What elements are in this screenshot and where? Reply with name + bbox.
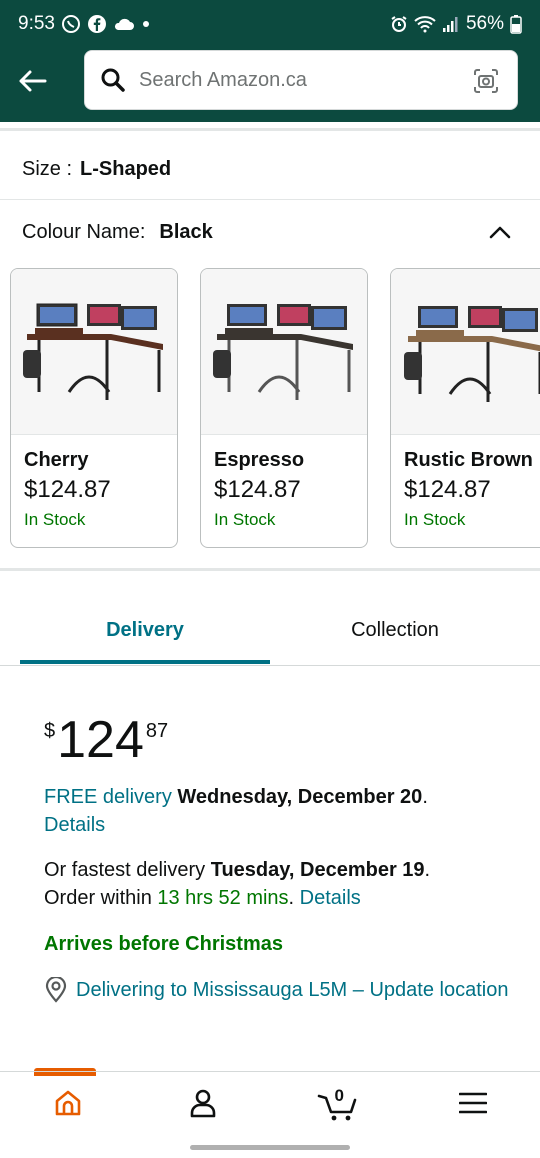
delivery-location[interactable]: Delivering to Mississauga L5M – Update l… <box>44 976 514 1005</box>
swatch-stock-status: In Stock <box>214 510 276 529</box>
signal-icon <box>442 15 460 33</box>
swatch-name: Rustic Brown <box>404 449 533 471</box>
size-selector[interactable]: Size : L-Shaped <box>0 140 540 200</box>
tab-delivery[interactable]: Delivery <box>20 596 270 664</box>
battery-percent: 56% <box>465 13 504 34</box>
status-time: 9:53 <box>18 13 55 34</box>
divider <box>0 128 540 131</box>
delivery-details-link[interactable]: Details <box>44 814 105 836</box>
size-value: L-Shaped <box>80 158 172 180</box>
tab-collection[interactable]: Collection <box>270 596 520 664</box>
cart-count: 0 <box>334 1086 344 1105</box>
system-home-indicator[interactable] <box>190 1145 350 1150</box>
cart-icon: 0 <box>317 1086 359 1122</box>
cloud-icon <box>113 16 135 32</box>
facebook-icon <box>87 14 107 34</box>
price-symbol: $ <box>44 720 56 742</box>
fastest-delivery-date: Tuesday, December 19 <box>210 859 425 881</box>
wifi-icon <box>414 15 436 33</box>
free-delivery-message: FREE delivery Wednesday, December 20. De… <box>44 786 428 836</box>
swatch-card-rustic-brown[interactable]: Rustic Brown $124.87 In Stock <box>390 268 540 548</box>
battery-icon <box>510 14 522 34</box>
price-fraction: 87 <box>145 720 169 742</box>
search-input[interactable] <box>139 68 459 92</box>
swatch-stock-status: In Stock <box>404 510 466 529</box>
swatch-card-espresso[interactable]: Espresso $124.87 In Stock <box>200 268 368 548</box>
size-label: Size : <box>22 158 73 180</box>
product-image <box>201 269 367 435</box>
fastest-delivery-message: Or fastest delivery Tuesday, December 19… <box>44 859 431 909</box>
price-whole: 124 <box>57 711 144 769</box>
status-bar: 9:53 56% <box>0 0 540 48</box>
account-icon <box>189 1088 217 1123</box>
back-arrow-icon <box>17 69 47 98</box>
colour-value: Black <box>159 220 213 243</box>
nav-account[interactable] <box>135 1072 270 1138</box>
notification-dot-icon <box>141 19 151 29</box>
swatch-name: Cherry <box>24 449 89 471</box>
colour-label: Colour Name: <box>22 220 146 243</box>
camera-search-icon[interactable] <box>471 66 501 96</box>
nav-home[interactable] <box>0 1072 135 1138</box>
search-bar[interactable] <box>84 50 518 110</box>
product-image <box>11 269 177 435</box>
swatch-price: $124.87 <box>24 476 111 503</box>
divider <box>0 568 540 571</box>
price: $ 124 87 <box>44 712 168 768</box>
product-image <box>391 269 540 435</box>
fastest-delivery-prefix: Or fastest delivery <box>44 859 206 881</box>
swatch-stock-status: In Stock <box>24 510 86 529</box>
hamburger-menu-icon <box>458 1092 487 1119</box>
swatch-name: Espresso <box>214 449 305 471</box>
chevron-up-icon[interactable] <box>486 218 514 246</box>
active-tab-indicator <box>20 660 270 664</box>
alarm-icon <box>390 15 408 33</box>
arrives-before-christmas: Arrives before Christmas <box>44 933 283 955</box>
swatch-price: $124.87 <box>214 476 301 503</box>
free-delivery-link[interactable]: FREE delivery <box>44 786 172 808</box>
swatch-card-cherry[interactable]: Cherry $124.87 In Stock <box>10 268 178 548</box>
swatch-price: $124.87 <box>404 476 491 503</box>
colour-selector-header[interactable]: Colour Name: Black <box>0 204 540 260</box>
order-within-prefix: Order within <box>44 887 152 909</box>
free-delivery-date: Wednesday, December 20 <box>177 786 423 808</box>
back-button[interactable] <box>14 65 50 101</box>
home-icon <box>53 1089 83 1122</box>
colour-swatch-carousel[interactable]: Cherry $124.87 In Stock Espresso $124.87… <box>0 268 540 550</box>
bottom-nav: 0 <box>0 1071 540 1137</box>
whatsapp-icon <box>61 14 81 34</box>
nav-cart[interactable]: 0 <box>270 1072 405 1138</box>
nav-menu[interactable] <box>405 1072 540 1138</box>
location-pin-icon <box>44 976 68 1004</box>
fastest-delivery-details-link[interactable]: Details <box>300 887 361 909</box>
app-header <box>0 48 540 122</box>
order-within-countdown: 13 hrs 52 mins <box>157 887 289 909</box>
fulfilment-tabs: Delivery Collection <box>0 596 540 666</box>
delivery-location-link[interactable]: Delivering to Mississauga L5M – Update l… <box>76 976 508 1005</box>
search-icon <box>99 66 127 94</box>
